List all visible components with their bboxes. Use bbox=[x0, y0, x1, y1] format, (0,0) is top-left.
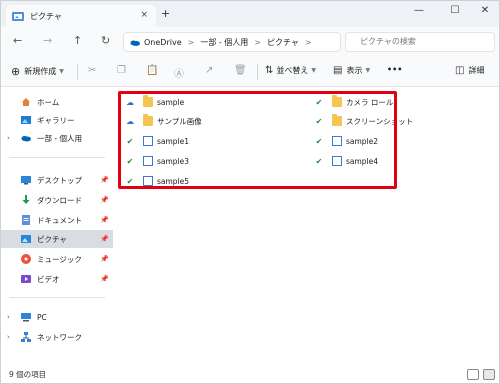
details-view-icon[interactable] bbox=[467, 369, 479, 380]
copy-icon[interactable]: ❐ bbox=[117, 65, 126, 76]
pin-icon[interactable]: 📌 bbox=[100, 275, 109, 283]
pin-icon[interactable]: 📌 bbox=[100, 196, 109, 204]
sort-button[interactable]: ⇅ 並べ替え ▼ bbox=[265, 65, 316, 76]
chevron-down-icon: ▼ bbox=[311, 67, 317, 74]
breadcrumb-separator: > bbox=[254, 37, 262, 47]
tab-title: ピクチャ bbox=[30, 11, 62, 21]
chevron-down-icon: ▼ bbox=[59, 68, 64, 75]
sidebar-item-onedrive[interactable]: › 一部 - 個人用 bbox=[1, 129, 113, 147]
sidebar-item-label: ダウンロード bbox=[37, 195, 82, 205]
music-icon bbox=[21, 254, 31, 264]
back-button[interactable]: ← bbox=[13, 34, 22, 47]
pictures-icon bbox=[21, 235, 31, 243]
onedrive-icon bbox=[21, 136, 31, 142]
toolbar-divider bbox=[77, 64, 78, 80]
breadcrumb-personal[interactable]: 一部 - 個人用 bbox=[200, 37, 248, 48]
sidebar-item-label: ビデオ bbox=[37, 274, 60, 284]
sidebar-item-pictures[interactable]: ピクチャ 📌 bbox=[1, 230, 113, 248]
desktop-icon bbox=[21, 176, 31, 185]
network-icon bbox=[21, 332, 31, 342]
view-label: 表示 bbox=[346, 66, 363, 75]
sidebar-item-home[interactable]: ホーム bbox=[1, 93, 113, 111]
sidebar-item-network[interactable]: › ネットワーク bbox=[1, 328, 113, 346]
sidebar-item-desktop[interactable]: デスクトップ 📌 bbox=[1, 171, 113, 189]
sidebar-divider bbox=[9, 157, 105, 158]
highlight-box bbox=[118, 91, 397, 189]
breadcrumb-separator: > bbox=[304, 37, 312, 47]
breadcrumb-separator: > bbox=[187, 37, 195, 47]
sidebar-item-label: PC bbox=[37, 312, 47, 322]
tab-close-icon[interactable]: × bbox=[140, 10, 148, 20]
details-button[interactable]: ◫ 詳細 bbox=[455, 65, 484, 76]
chevron-right-icon[interactable]: › bbox=[7, 134, 10, 142]
command-bar: ⊕ 新規作成 ▼ ✂ ❐ 📋 Ⓐ ↗ 🗑 ⇅ 並べ替え ▼ ▤ 表示 ▼ •••… bbox=[1, 57, 499, 87]
sidebar-item-label: 一部 - 個人用 bbox=[37, 133, 82, 143]
tab-pictures[interactable]: ピクチャ × bbox=[6, 5, 156, 27]
sidebar-item-label: デスクトップ bbox=[37, 175, 82, 185]
toolbar-divider bbox=[257, 64, 258, 80]
sidebar-item-pc[interactable]: › PC bbox=[1, 308, 113, 326]
search-input[interactable]: ピクチャの検索 bbox=[345, 32, 495, 52]
pin-icon[interactable]: 📌 bbox=[100, 235, 109, 243]
sidebar-item-downloads[interactable]: ダウンロード 📌 bbox=[1, 191, 113, 209]
sidebar-item-documents[interactable]: ドキュメント 📌 bbox=[1, 211, 113, 229]
rename-icon[interactable]: Ⓐ bbox=[174, 65, 184, 80]
sidebar-item-label: ピクチャ bbox=[37, 234, 67, 244]
delete-icon[interactable]: 🗑 bbox=[234, 65, 247, 76]
status-bar: 9 個の項目 bbox=[1, 367, 499, 383]
sidebar-item-label: ホーム bbox=[37, 97, 60, 107]
large-icons-view-icon[interactable] bbox=[483, 369, 495, 380]
download-icon bbox=[22, 195, 30, 204]
pin-icon[interactable]: 📌 bbox=[100, 176, 109, 184]
sidebar-divider bbox=[9, 297, 105, 298]
pictures-folder-icon bbox=[12, 12, 24, 21]
minimize-button[interactable]: — bbox=[409, 5, 429, 16]
pc-icon bbox=[21, 313, 31, 322]
forward-button[interactable]: → bbox=[43, 34, 52, 47]
sort-icon: ⇅ bbox=[265, 65, 274, 76]
sidebar-item-gallery[interactable]: ギャラリー bbox=[1, 111, 113, 129]
item-count: 9 個の項目 bbox=[9, 370, 47, 379]
onedrive-icon bbox=[130, 40, 140, 46]
breadcrumb-pictures[interactable]: ピクチャ bbox=[267, 37, 299, 48]
view-button[interactable]: ▤ 表示 ▼ bbox=[333, 65, 370, 76]
new-button[interactable]: ⊕ 新規作成 ▼ bbox=[11, 65, 64, 78]
refresh-button[interactable]: ↻ bbox=[101, 34, 110, 47]
home-icon bbox=[22, 98, 30, 106]
navigation-pane: ホーム ギャラリー › 一部 - 個人用 デスクトップ 📌 ダウンロード 📌 ド… bbox=[1, 87, 113, 367]
sidebar-item-music[interactable]: ミュージック 📌 bbox=[1, 250, 113, 268]
up-button[interactable]: ↑ bbox=[73, 34, 82, 47]
sidebar-item-label: ネットワーク bbox=[37, 332, 82, 342]
share-icon[interactable]: ↗ bbox=[205, 65, 213, 76]
paste-icon[interactable]: 📋 bbox=[146, 65, 158, 76]
gallery-icon bbox=[21, 116, 31, 124]
title-bar: ピクチャ × + — ☐ ✕ bbox=[1, 1, 499, 27]
sidebar-item-videos[interactable]: ビデオ 📌 bbox=[1, 270, 113, 288]
breadcrumb[interactable]: OneDrive > 一部 - 個人用 > ピクチャ > bbox=[123, 32, 341, 52]
maximize-button[interactable]: ☐ bbox=[445, 5, 465, 16]
sidebar-item-label: ギャラリー bbox=[37, 115, 75, 125]
sort-label: 並べ替え bbox=[276, 66, 309, 75]
chevron-right-icon[interactable]: › bbox=[7, 313, 10, 321]
new-tab-button[interactable]: + bbox=[161, 7, 170, 20]
details-label: 詳細 bbox=[468, 66, 485, 75]
more-options-button[interactable]: ••• bbox=[387, 65, 402, 74]
sidebar-item-label: ミュージック bbox=[37, 254, 82, 264]
file-explorer-window: ピクチャ × + — ☐ ✕ ← → ↑ ↻ OneDrive > 一部 - 個… bbox=[0, 0, 500, 384]
pin-icon[interactable]: 📌 bbox=[100, 255, 109, 263]
breadcrumb-onedrive[interactable]: OneDrive bbox=[144, 38, 182, 47]
new-label: 新規作成 bbox=[24, 67, 57, 76]
video-icon bbox=[21, 275, 31, 283]
document-icon bbox=[22, 215, 30, 225]
details-pane-icon: ◫ bbox=[455, 65, 465, 76]
pin-icon[interactable]: 📌 bbox=[100, 216, 109, 224]
close-button[interactable]: ✕ bbox=[475, 5, 495, 16]
chevron-right-icon[interactable]: › bbox=[7, 333, 10, 341]
plus-circle-icon: ⊕ bbox=[11, 65, 21, 78]
view-icon: ▤ bbox=[333, 65, 343, 76]
chevron-down-icon: ▼ bbox=[365, 67, 371, 74]
address-row: ← → ↑ ↻ OneDrive > 一部 - 個人用 > ピクチャ > ピクチ… bbox=[1, 27, 499, 57]
cut-icon[interactable]: ✂ bbox=[88, 65, 96, 76]
sidebar-item-label: ドキュメント bbox=[37, 215, 82, 225]
